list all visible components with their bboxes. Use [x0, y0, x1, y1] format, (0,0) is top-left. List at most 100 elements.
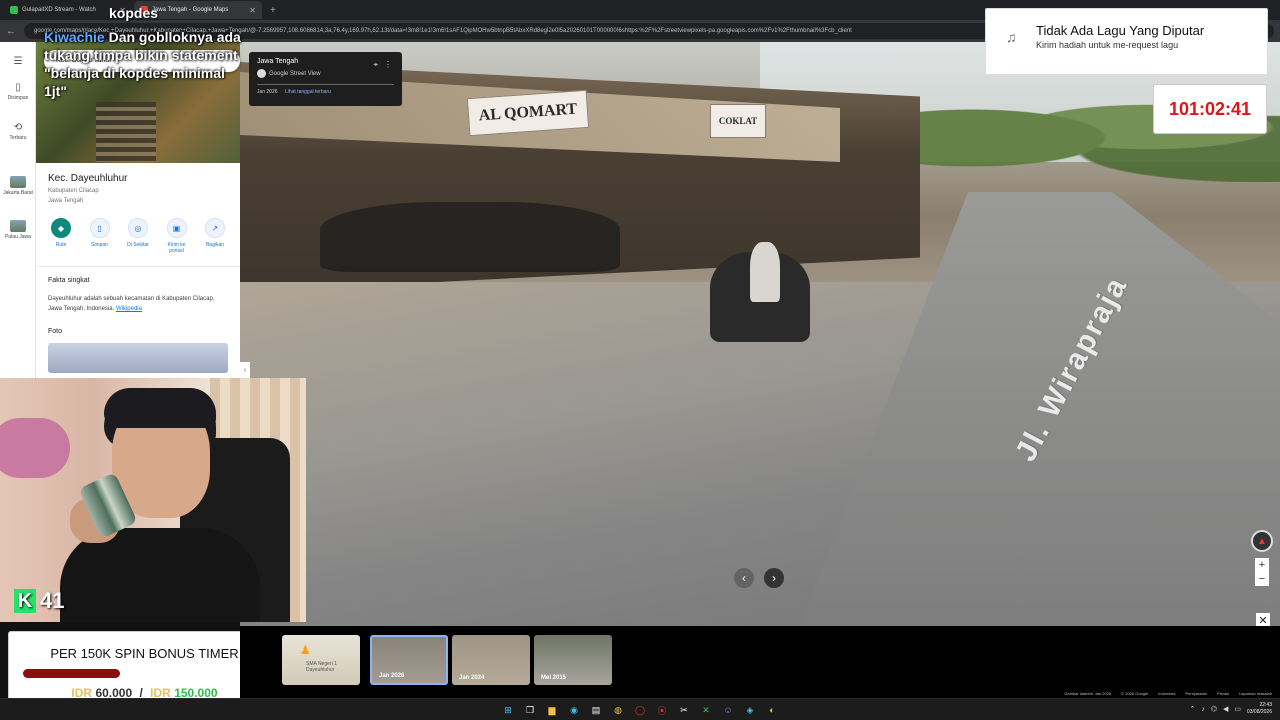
spin-progress-fill	[23, 669, 121, 678]
maps-side-rail: ☰ ▯ Disimpan ⟲ Terbaru Jakarta Barat Pul…	[0, 42, 36, 378]
phone-icon: ▣	[166, 218, 187, 238]
photo-thumbnail[interactable]	[48, 343, 228, 373]
rail-label: Terbaru	[9, 135, 27, 141]
share-icon: ↗	[205, 218, 225, 238]
map-caption: SMA Negeri 1 Dayeuhluhur	[306, 661, 337, 673]
badge-number: 41	[40, 588, 65, 613]
location-pin-icon[interactable]: ⌖	[373, 60, 378, 70]
music-note-icon: ♫	[1006, 29, 1017, 45]
store-icon[interactable]: ▤	[588, 702, 604, 718]
close-icon[interactable]: ✕	[249, 6, 256, 15]
system-tray: ⌃ ♪ ⌬ ◀ ▭ 22:43 03/08/2026	[1189, 702, 1272, 716]
timeline-thumb[interactable]: Jan 2024	[452, 635, 530, 685]
opera-icon[interactable]: ◯	[632, 702, 648, 718]
rail-item-saved[interactable]: ▯ Disimpan	[0, 82, 36, 101]
nearby-button[interactable]: ◎ Di Sekitar	[121, 218, 155, 254]
network-icon[interactable]: ⌬	[1211, 705, 1217, 713]
source-label: Google Street View	[269, 70, 321, 77]
capcut-icon[interactable]: ✂	[676, 702, 692, 718]
share-button[interactable]: ↗ Bagikan	[198, 218, 232, 254]
action-label: Di Sekitar	[127, 242, 149, 248]
prev-arrow-button[interactable]: ‹	[734, 568, 754, 588]
discord-icon[interactable]: ☺	[720, 702, 736, 718]
next-arrow-button[interactable]: ›	[764, 568, 784, 588]
menu-button[interactable]: ☰	[0, 56, 36, 69]
timeline-strip: ♟ SMA Negeri 1 Dayeuhluhur Jan 2026 Jan …	[240, 626, 1280, 698]
task-view-icon[interactable]: ❐	[522, 702, 538, 718]
k-logo-icon: K	[14, 589, 36, 613]
quick-facts-heading: Fakta singkat	[48, 277, 90, 284]
timeline-thumb-selected[interactable]: Jan 2026	[370, 635, 448, 685]
latest-date-link[interactable]: Lihat tanggal terbaru	[285, 89, 331, 95]
map-thumbnail[interactable]: ♟ SMA Negeri 1 Dayeuhluhur	[282, 635, 360, 685]
history-icon: ⟲	[13, 122, 23, 133]
credit-item[interactable]: Privasi	[1217, 691, 1229, 696]
save-button[interactable]: ▯ Simpan	[83, 218, 117, 254]
divider	[257, 84, 394, 85]
taskbar-apps: ⊞ ❐ ▆ ◉ ▤ ◍ ◯ ⦿ ✂ ✕ ☺ ◈ ◐	[500, 702, 780, 718]
battery-icon[interactable]: ▭	[1234, 705, 1241, 713]
new-tab-button[interactable]: +	[264, 5, 282, 16]
rail-label: Jakarta Barat	[3, 190, 33, 196]
photos-heading: Foto	[48, 328, 63, 335]
chevron-up-icon[interactable]: ⌃	[1189, 705, 1195, 713]
windows-start-icon[interactable]: ⊞	[500, 702, 516, 718]
credit-item[interactable]: Laporkan masalah	[1239, 691, 1272, 696]
wikipedia-link[interactable]: Wikipedia	[116, 306, 142, 312]
rail-item-pulau-jawa[interactable]: Pulau Jawa	[0, 220, 36, 240]
webcam-feed	[0, 378, 306, 622]
microphone-icon[interactable]: ♪	[1201, 706, 1205, 713]
action-label: Simpan	[91, 242, 108, 248]
clock[interactable]: 22:43 03/08/2026	[1247, 702, 1272, 716]
credit-item[interactable]: Persyaratan	[1185, 691, 1207, 696]
music-title: Tidak Ada Lagu Yang Diputar	[1036, 23, 1205, 38]
timeline-date: Jan 2024	[459, 675, 485, 681]
collapse-panel-button[interactable]: ‹	[240, 362, 250, 378]
channel-badge: K 41	[14, 588, 64, 614]
menu-icon: ☰	[13, 56, 23, 67]
credit-item[interactable]: Indonesia	[1158, 691, 1175, 696]
edge-icon[interactable]: ◉	[566, 702, 582, 718]
volume-icon[interactable]: ◀	[1223, 705, 1228, 713]
app-icon[interactable]: ⦿	[654, 702, 670, 718]
quick-facts-text: Dayeuhluhur adalah sebuah kecamatan di K…	[48, 294, 228, 314]
back-arrow-icon[interactable]: ←	[6, 26, 16, 37]
app-icon[interactable]: ◐	[764, 702, 780, 718]
chat-top-text: kopdes	[109, 5, 159, 21]
action-label: Bagikan	[205, 242, 225, 248]
action-label: Kirim ke ponsel	[167, 242, 186, 254]
spin-progress-bar	[23, 669, 266, 678]
divider	[36, 266, 240, 267]
zoom-in-button[interactable]: +	[1255, 558, 1269, 572]
windows-taskbar: ⊞ ❐ ▆ ◉ ▤ ◍ ◯ ⦿ ✂ ✕ ☺ ◈ ◐ ⌃ ♪ ⌬ ◀ ▭ 22:4…	[0, 698, 1280, 720]
timeline-thumb[interactable]: Mei 2015	[534, 635, 612, 685]
rail-item-recent[interactable]: ⟲ Terbaru	[0, 122, 36, 141]
stairs-photo	[96, 102, 156, 162]
compass-icon[interactable]: ▲	[1251, 530, 1273, 552]
place-title: Kec. Dayeuhluhur	[48, 173, 128, 184]
pillow	[0, 418, 70, 478]
rail-item-jakarta-barat[interactable]: Jakarta Barat	[0, 176, 36, 196]
action-row: ◆ Rute ▯ Simpan ◎ Di Sekitar ▣ Kirim ke …	[36, 218, 240, 254]
more-vert-icon[interactable]: ⋮	[384, 60, 392, 70]
date-row: Jan 2026 Lihat tanggal terbaru	[257, 89, 394, 95]
chrome-icon[interactable]: ◍	[610, 702, 626, 718]
send-to-phone-button[interactable]: ▣ Kirim ke ponsel	[160, 218, 194, 254]
app-icon[interactable]: ◈	[742, 702, 758, 718]
place-thumbnail	[10, 176, 26, 188]
street-view-panorama[interactable]: AL QOMART COKLAT Jl. Wirapraja ‹ ›	[240, 42, 1280, 626]
bookmark-icon: ▯	[89, 218, 110, 238]
clock-date: 03/08/2026	[1246, 709, 1272, 715]
close-timeline-button[interactable]: ✕	[1256, 613, 1270, 627]
zoom-out-button[interactable]: −	[1255, 572, 1269, 586]
credit-item: © 2026 Google	[1121, 691, 1149, 696]
file-explorer-icon[interactable]: ▆	[544, 702, 560, 718]
route-button[interactable]: ◆ Rute	[44, 218, 78, 254]
chat-overlay: Kiwachie Dan goblloknya ada tukang timpa…	[44, 28, 248, 100]
clock-time: 22:43	[1259, 702, 1272, 708]
parked-motorcycles	[320, 202, 620, 272]
stream-timer: 101:02:41	[1153, 84, 1267, 134]
music-request-widget: ♫ Tidak Ada Lagu Yang Diputar Kirim hadi…	[985, 8, 1268, 75]
chat-username: Kiwachie	[44, 29, 105, 45]
xbox-icon[interactable]: ✕	[698, 702, 714, 718]
